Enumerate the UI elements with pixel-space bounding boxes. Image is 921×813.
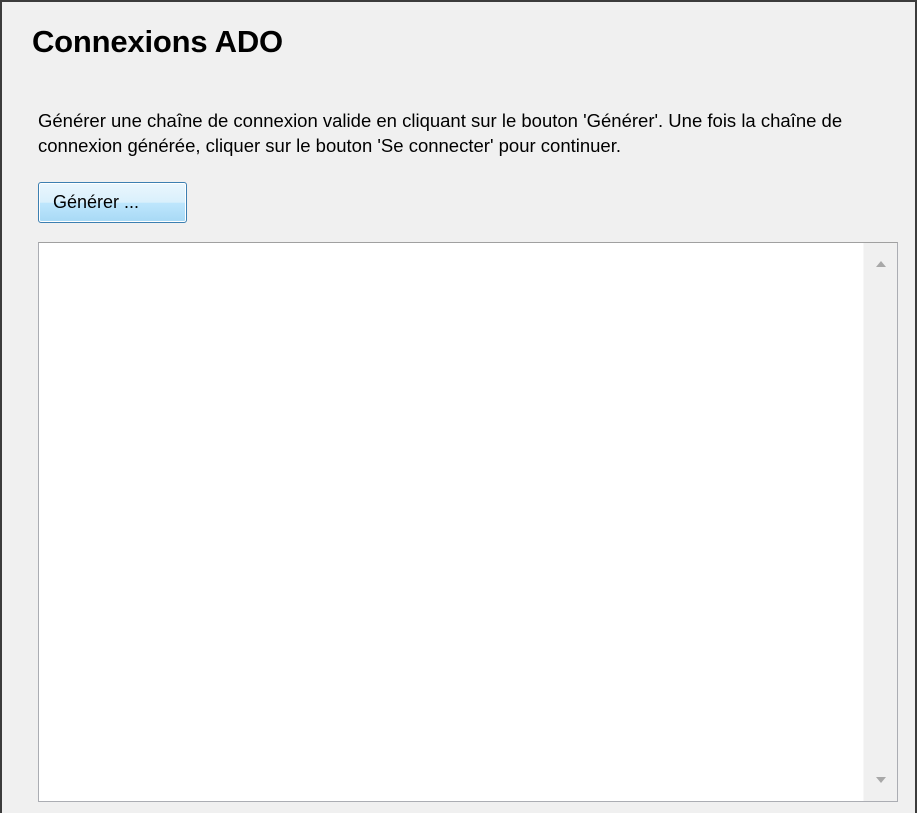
page-title: Connexions ADO: [32, 24, 283, 59]
triangle-up-icon: [876, 261, 886, 267]
scroll-up-button[interactable]: [864, 247, 898, 281]
vertical-scrollbar[interactable]: [863, 243, 897, 801]
scroll-track[interactable]: [864, 281, 898, 763]
connection-string-box: [38, 242, 898, 802]
generate-button[interactable]: Générer ...: [38, 182, 187, 223]
instructions-text: Générer une chaîne de connexion valide e…: [38, 110, 843, 156]
triangle-down-icon: [876, 777, 886, 783]
ado-connections-panel: Connexions ADO Générer une chaîne de con…: [0, 0, 917, 813]
connection-string-input[interactable]: [39, 243, 862, 801]
scroll-down-button[interactable]: [864, 763, 898, 797]
